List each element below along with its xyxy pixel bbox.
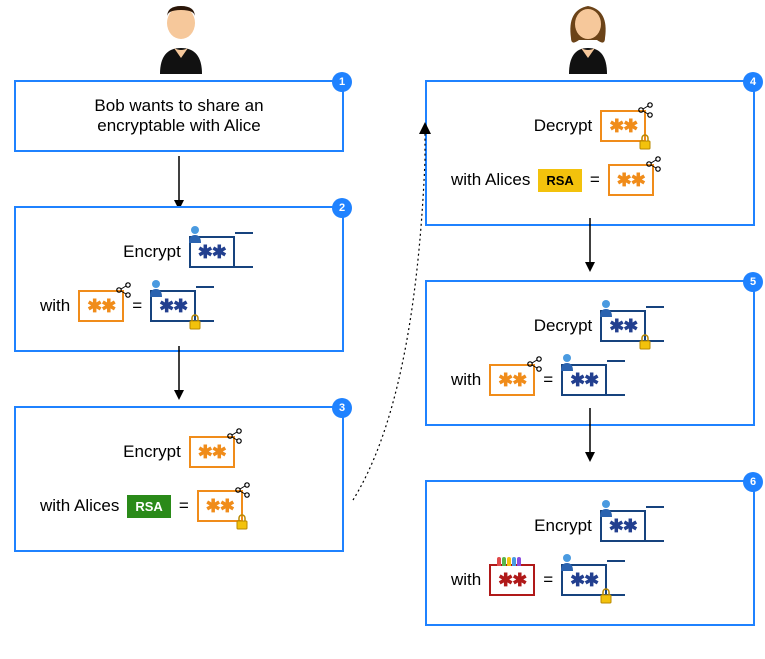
- encrypt-label: Encrypt: [534, 516, 592, 536]
- equals: =: [543, 570, 553, 590]
- equals: =: [590, 170, 600, 190]
- step-box-6: 6 Encrypt ✱✱ with ✱✱ = ✱✱: [425, 480, 755, 626]
- step-box-5: 5 Decrypt ✱✱ with ✱✱ = ✱✱: [425, 280, 755, 426]
- step-box-2: 2 Encrypt ✱✱ with ✱✱ = ✱✱: [14, 206, 344, 352]
- with-alices-label: with Alices: [451, 170, 530, 190]
- decrypt-label: Decrypt: [534, 116, 593, 136]
- equals: =: [179, 496, 189, 516]
- encrypt-label: Encrypt: [123, 442, 181, 462]
- share-key-icon: ✱✱: [78, 290, 124, 322]
- encryptable-locked-icon: ✱✱: [150, 290, 196, 322]
- password-key-icon: ✱✱: [489, 564, 535, 596]
- alice-column: 4 Decrypt ✱✱ with Alices RSA = ✱✱ 5 Decr…: [425, 0, 755, 626]
- encrypt-label: Encrypt: [123, 242, 181, 262]
- encryptable-locked-icon: ✱✱: [600, 310, 646, 342]
- rsa-private-key-icon: RSA: [538, 169, 581, 192]
- step-number: 6: [743, 472, 763, 492]
- share-key-icon: ✱✱: [489, 364, 535, 396]
- step-text: Bob wants to share an: [26, 96, 332, 116]
- encryptable-locked-icon: ✱✱: [561, 564, 607, 596]
- arrow-down-icon: [172, 156, 186, 210]
- share-key-icon: ✱✱: [189, 436, 235, 468]
- arrow-down-icon: [583, 218, 597, 272]
- with-label: with: [451, 570, 481, 590]
- step-number: 4: [743, 72, 763, 92]
- encryptable-icon: ✱✱: [600, 510, 646, 542]
- with-label: with: [40, 296, 70, 316]
- encryptable-icon: ✱✱: [189, 236, 235, 268]
- encryptable-icon: ✱✱: [561, 364, 607, 396]
- step-number: 5: [743, 272, 763, 292]
- with-alices-label: with Alices: [40, 496, 119, 516]
- step-box-4: 4 Decrypt ✱✱ with Alices RSA = ✱✱: [425, 80, 755, 226]
- rsa-public-key-icon: RSA: [127, 495, 170, 518]
- step-box-1: 1 Bob wants to share an encryptable with…: [14, 80, 344, 152]
- with-label: with: [451, 370, 481, 390]
- transfer-arrow-icon: [345, 120, 445, 590]
- arrow-down-icon: [172, 346, 186, 400]
- step-text: encryptable with Alice: [26, 116, 332, 136]
- arrow-down-icon: [583, 408, 597, 462]
- share-key-locked-icon: ✱✱: [197, 490, 243, 522]
- step-number: 1: [332, 72, 352, 92]
- share-key-icon: ✱✱: [608, 164, 654, 196]
- bob-column: 1 Bob wants to share an encryptable with…: [14, 0, 344, 552]
- share-key-locked-icon: ✱✱: [600, 110, 646, 142]
- equals: =: [132, 296, 142, 316]
- step-box-3: 3 Encrypt ✱✱ with Alices RSA = ✱✱: [14, 406, 344, 552]
- decrypt-label: Decrypt: [534, 316, 593, 336]
- equals: =: [543, 370, 553, 390]
